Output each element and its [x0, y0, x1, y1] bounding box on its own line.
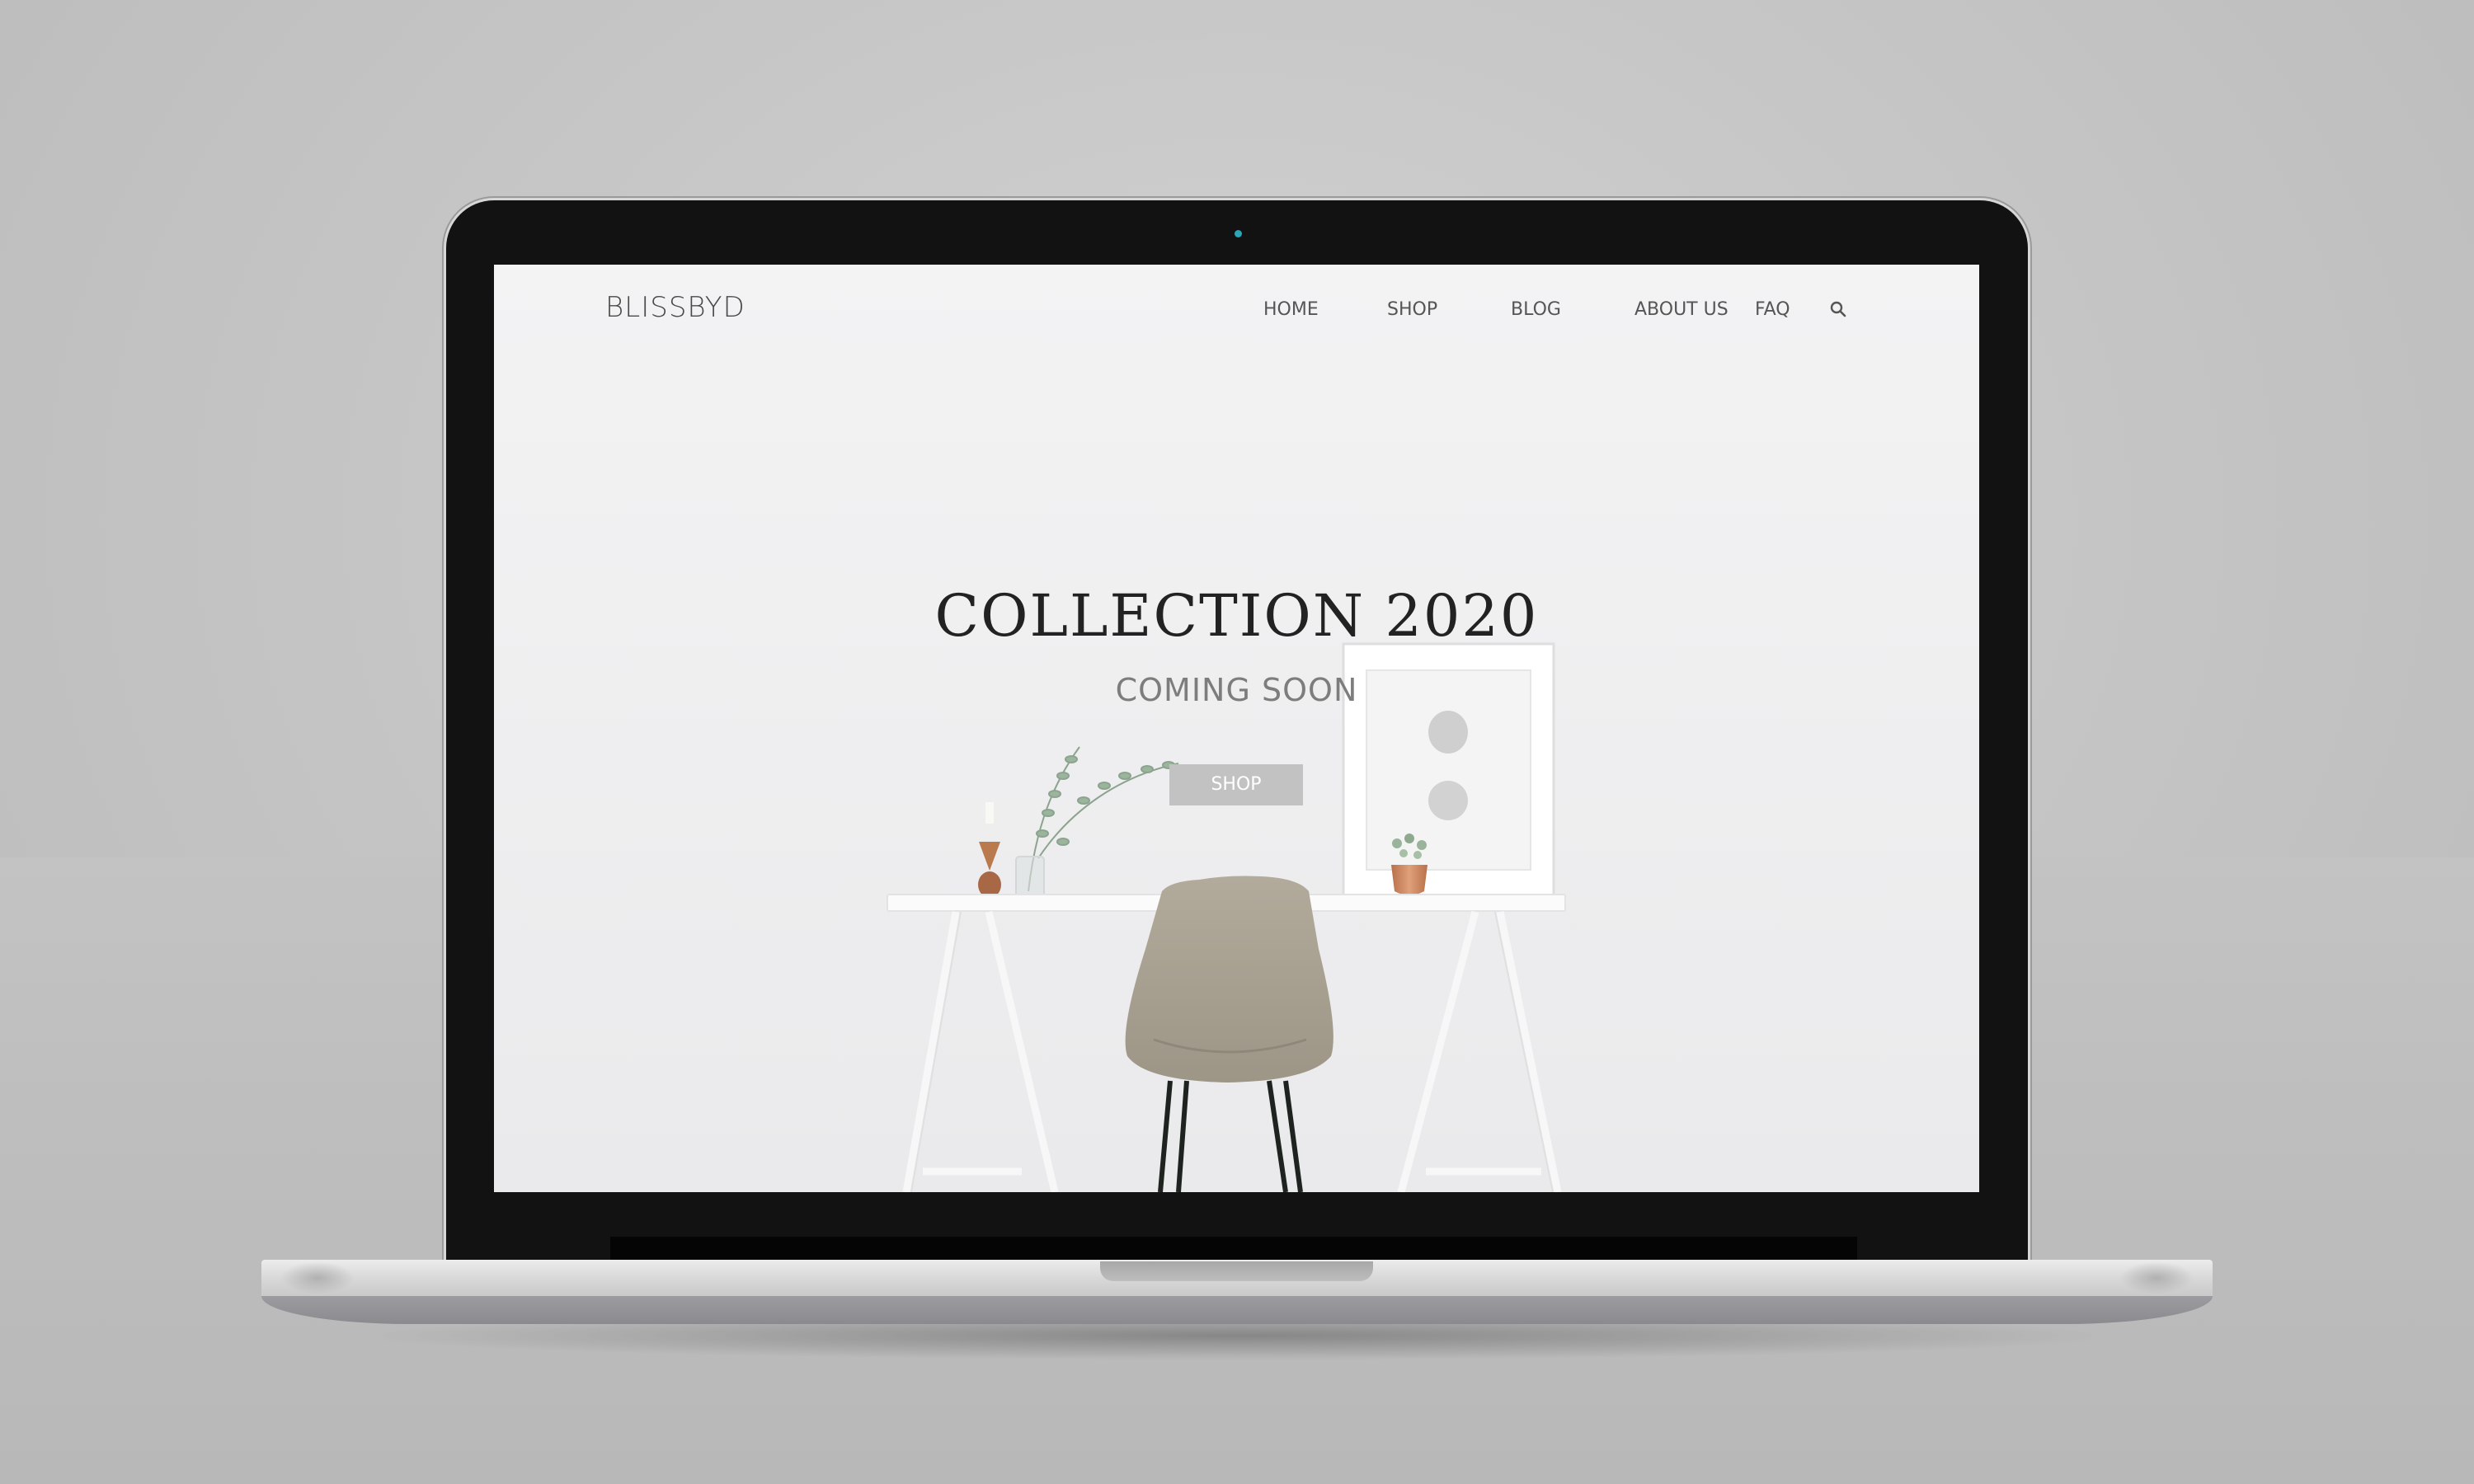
nav-link-home[interactable]: HOME — [1263, 299, 1319, 320]
brand-logo[interactable]: BLISSBYD — [605, 291, 745, 324]
glass-vase — [1015, 856, 1045, 900]
base-highlight-right — [2119, 1261, 2194, 1294]
base-highlight-left — [280, 1261, 355, 1294]
hero-subtitle: COMING SOON — [1115, 672, 1358, 708]
laptop-opening-notch — [1100, 1261, 1373, 1281]
nav-link-shop[interactable]: SHOP — [1387, 299, 1437, 320]
nav-link-faq[interactable]: FAQ — [1755, 299, 1790, 320]
laptop-base-edge — [261, 1296, 2213, 1324]
hero-shop-button[interactable]: SHOP — [1169, 764, 1303, 805]
nav-link-blog[interactable]: BLOG — [1511, 299, 1561, 320]
nav-link-about-us[interactable]: ABOUT US — [1634, 299, 1729, 320]
search-icon[interactable] — [1828, 299, 1848, 319]
hero-title: COLLECTION 2020 — [934, 582, 1539, 650]
laptop-screen: BLISSBYD HOME SHOP BLOG ABOUT US FAQ COL… — [494, 265, 1979, 1192]
top-navigation: BLISSBYD HOME SHOP BLOG ABOUT US FAQ — [494, 265, 1979, 355]
hero-scene-image — [494, 265, 1979, 1192]
webcam-dot — [1235, 230, 1242, 237]
